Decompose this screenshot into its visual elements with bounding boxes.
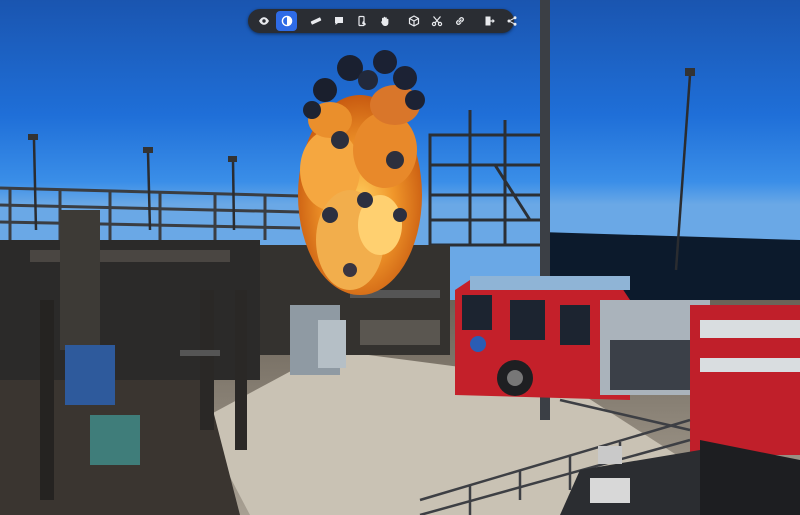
toolbar-group-view — [252, 9, 298, 33]
export-button[interactable] — [478, 11, 499, 31]
clip-button[interactable] — [426, 11, 447, 31]
share-button[interactable] — [501, 11, 522, 31]
eye-icon — [258, 17, 269, 25]
share-icon — [507, 16, 516, 26]
explosion-cloud — [298, 50, 425, 295]
contrast-icon — [281, 15, 292, 27]
hand-button[interactable] — [374, 11, 395, 31]
touch-icon — [357, 15, 366, 27]
measure-button[interactable] — [305, 11, 326, 31]
point-cloud-scene — [0, 0, 800, 515]
toolbar-group-edit — [402, 9, 471, 33]
box-button[interactable] — [403, 11, 424, 31]
contrast-button[interactable] — [276, 11, 297, 31]
toolbar-group-share — [477, 9, 523, 33]
viewer-toolbar — [248, 9, 516, 33]
export-icon — [485, 16, 495, 26]
box-icon — [408, 15, 419, 27]
comment-icon — [334, 17, 343, 25]
annotate-button[interactable] — [351, 11, 372, 31]
ruler-icon — [310, 17, 321, 25]
visibility-button[interactable] — [253, 11, 274, 31]
link-icon — [455, 17, 464, 25]
scissors-icon — [431, 16, 442, 27]
toolbar-group-tools — [304, 9, 396, 33]
hand-icon — [380, 16, 388, 26]
3d-viewport[interactable] — [0, 0, 800, 515]
comment-button[interactable] — [328, 11, 349, 31]
link-button[interactable] — [449, 11, 470, 31]
